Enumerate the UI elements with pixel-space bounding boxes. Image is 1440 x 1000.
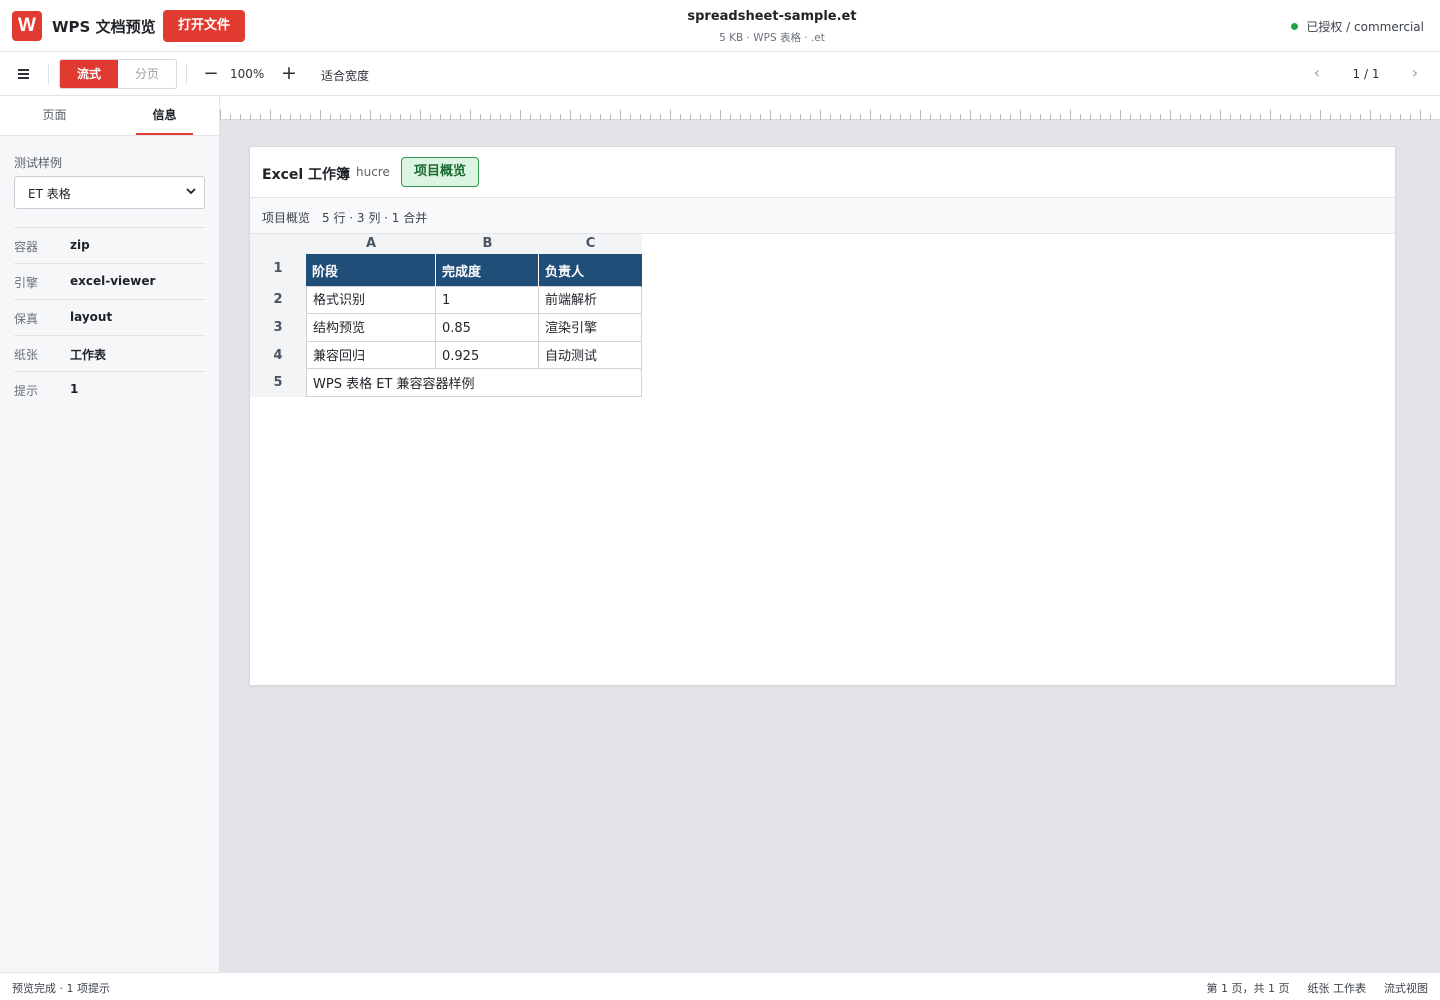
sheet-page: Excel 工作簿 hucre 项目概览 项目概览 5 行 · 3 列 · 1 … — [249, 146, 1396, 686]
table-cell[interactable]: 自动测试 — [539, 342, 642, 369]
document-name: spreadsheet-sample.et — [687, 9, 857, 24]
grid-corner — [250, 234, 306, 254]
wps-logo-icon: W — [12, 11, 42, 41]
table-cell[interactable]: 负责人 — [539, 254, 642, 287]
app-title: WPS 文档预览 — [52, 18, 156, 36]
table-cell[interactable]: 1 — [436, 287, 539, 314]
info-key: 提示 — [14, 384, 39, 398]
mode-paged-button[interactable]: 分页 — [118, 60, 176, 88]
sheet-summary-stats: 5 行 · 3 列 · 1 合并 — [322, 211, 428, 225]
row-header[interactable]: 2 — [250, 287, 306, 314]
horizontal-ruler — [220, 96, 1440, 120]
status-paper: 纸张 工作表 — [1307, 982, 1367, 995]
sheet-tab-overview[interactable]: 项目概览 — [401, 157, 480, 187]
document-canvas: Excel 工作簿 hucre 项目概览 项目概览 5 行 · 3 列 · 1 … — [220, 96, 1440, 972]
status-right: 第 1 页，共 1 页 纸张 工作表 流式视图 — [1207, 980, 1428, 996]
table-cell[interactable]: 阶段 — [306, 254, 436, 287]
status-bar: 预览完成 · 1 项提示 第 1 页，共 1 页 纸张 工作表 流式视图 — [0, 972, 1440, 1000]
row-header[interactable]: 1 — [250, 254, 306, 287]
column-header-b[interactable]: B — [436, 234, 539, 254]
info-value: layout — [70, 310, 113, 324]
info-value: 1 — [70, 382, 79, 396]
status-page: 第 1 页，共 1 页 — [1206, 982, 1290, 995]
info-row-hints: 提示 1 — [14, 371, 205, 407]
sheet-summary: 项目概览 5 行 · 3 列 · 1 合并 — [250, 198, 1395, 234]
open-file-button[interactable]: 打开文件 — [163, 10, 245, 42]
table-cell[interactable]: 渲染引擎 — [539, 314, 642, 342]
view-mode-toggle: 流式 分页 — [59, 59, 177, 89]
status-message: 预览完成 · 1 项提示 — [12, 982, 110, 995]
app-header: W WPS 文档预览 打开文件 spreadsheet-sample.et 5 … — [0, 0, 1440, 52]
sidebar: 页面 信息 测试样例 ET 表格 容器 zip 引擎 excel-viewer … — [0, 96, 220, 972]
row-header[interactable]: 4 — [250, 342, 306, 369]
sheet-header: Excel 工作簿 hucre 项目概览 — [250, 147, 1395, 198]
ruler-ticks — [220, 110, 1431, 120]
info-row-fidelity: 保真 layout — [14, 299, 205, 335]
info-value: zip — [70, 238, 90, 252]
fit-width-button[interactable]: 适合宽度 — [321, 67, 369, 84]
license-text: 已授权 / commercial — [1306, 20, 1424, 34]
info-key: 引擎 — [14, 276, 39, 290]
info-key: 保真 — [14, 312, 39, 326]
info-row-engine: 引擎 excel-viewer — [14, 263, 205, 299]
mode-flow-button[interactable]: 流式 — [60, 60, 118, 88]
info-key: 纸张 — [14, 348, 39, 362]
table-cell[interactable]: 格式识别 — [306, 287, 436, 314]
table-cell[interactable]: 0.925 — [436, 342, 539, 369]
status-view: 流式视图 — [1384, 982, 1428, 995]
license-status: 已授权 / commercial — [1291, 18, 1424, 35]
sample-select-value: ET 表格 — [28, 187, 71, 201]
column-header-a[interactable]: A — [306, 234, 436, 254]
workbook-type: Excel 工作簿 — [262, 167, 351, 183]
sidebar-tabs: 页面 信息 — [0, 96, 219, 136]
page-indicator: 1 / 1 — [1352, 67, 1380, 81]
row-header[interactable]: 3 — [250, 314, 306, 342]
tab-pages[interactable]: 页面 — [0, 96, 109, 136]
toolbar-divider — [48, 64, 49, 84]
info-row-paper: 纸张 工作表 — [14, 335, 205, 371]
info-key: 容器 — [14, 240, 39, 254]
document-meta: 5 KB · WPS 表格 · .et — [719, 32, 825, 44]
table-cell[interactable]: 前端解析 — [539, 287, 642, 314]
merged-cell[interactable]: WPS 表格 ET 兼容容器样例 — [306, 369, 642, 397]
info-value: excel-viewer — [70, 274, 156, 288]
prev-page-button[interactable]: ‹ — [1308, 63, 1326, 82]
column-header-c[interactable]: C — [539, 234, 642, 254]
active-tab-indicator — [136, 133, 193, 135]
next-page-button[interactable]: › — [1406, 63, 1424, 82]
sample-select[interactable]: ET 表格 — [14, 176, 205, 209]
tab-info[interactable]: 信息 — [110, 96, 219, 136]
table-cell[interactable]: 兼容回归 — [306, 342, 436, 369]
sheet-label: hucre — [356, 165, 390, 179]
zoom-out-button[interactable]: − — [202, 64, 220, 84]
zoom-in-button[interactable]: + — [280, 63, 298, 83]
license-dot-icon — [1291, 23, 1299, 30]
sheet-summary-name: 项目概览 — [262, 211, 311, 225]
row-header[interactable]: 5 — [250, 369, 306, 397]
table-cell[interactable]: 结构预览 — [306, 314, 436, 342]
info-row-container: 容器 zip — [14, 227, 205, 263]
chevron-down-icon — [186, 188, 196, 195]
table-cell[interactable]: 完成度 — [436, 254, 539, 287]
toolbar: 流式 分页 − 100% + 适合宽度 ‹ 1 / 1 › — [0, 52, 1440, 96]
toolbar-divider — [186, 64, 187, 84]
hamburger-menu-icon[interactable] — [16, 67, 34, 81]
table-cell[interactable]: 0.85 — [436, 314, 539, 342]
zoom-level: 100% — [230, 67, 265, 81]
info-value: 工作表 — [70, 348, 107, 362]
sample-label: 测试样例 — [14, 156, 63, 170]
